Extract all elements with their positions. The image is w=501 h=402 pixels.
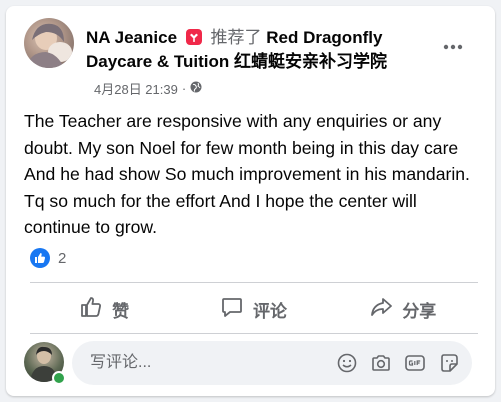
like-icon [30, 248, 50, 268]
more-dots-icon [443, 37, 463, 55]
post-header: NA Jeanice 推荐了 Red Dragonfly Daycare & T… [86, 26, 426, 74]
comment-button[interactable]: 评论 [179, 286, 328, 332]
actions-divider-top [30, 282, 478, 283]
post-card: NA Jeanice 推荐了 Red Dragonfly Daycare & T… [6, 6, 495, 396]
sticker-icon[interactable] [438, 352, 460, 374]
reaction-summary[interactable]: 2 [30, 244, 66, 272]
thumbs-up-icon [80, 296, 102, 323]
meta-separator: · [181, 81, 187, 96]
share-label: 分享 [402, 301, 437, 321]
comment-label: 评论 [252, 301, 287, 321]
comment-tools [336, 352, 460, 374]
recommend-text: 推荐了 [210, 28, 262, 47]
recommend-icon [185, 28, 203, 46]
actions-divider-bottom [30, 333, 478, 334]
like-label: 赞 [112, 301, 130, 321]
author-avatar[interactable] [24, 18, 74, 68]
comment-composer [72, 341, 472, 385]
post-timestamp[interactable]: 4月28日 21:39 [94, 79, 178, 98]
post-actions: 赞 评论 分享 [30, 286, 478, 332]
like-button[interactable]: 赞 [30, 286, 179, 332]
gif-icon[interactable] [404, 352, 426, 374]
emoji-icon[interactable] [336, 352, 358, 374]
comment-bubble-icon [221, 296, 243, 323]
comment-input[interactable] [88, 353, 336, 373]
avatar-photo [26, 23, 72, 68]
author-name[interactable]: NA Jeanice [86, 28, 177, 47]
globe-icon [190, 81, 202, 96]
post-body: The Teacher are responsive with any enqu… [24, 111, 470, 237]
share-button[interactable]: 分享 [329, 286, 478, 332]
reaction-count: 2 [58, 249, 67, 267]
online-status-dot [52, 371, 66, 385]
more-options-button[interactable] [438, 34, 468, 58]
post-meta: 4月28日 21:39 · [94, 79, 202, 98]
camera-icon[interactable] [370, 352, 392, 374]
share-arrow-icon [370, 296, 393, 323]
